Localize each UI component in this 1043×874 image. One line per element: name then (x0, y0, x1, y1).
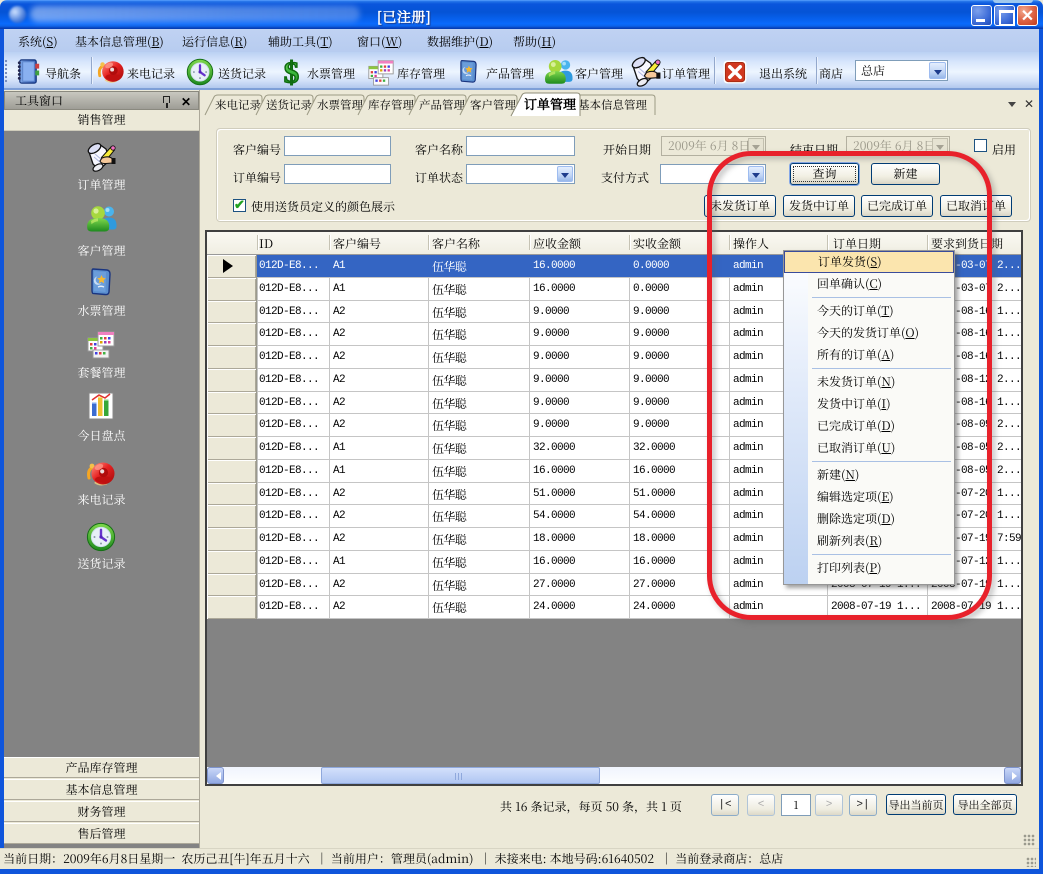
svg-text:产品管理: 产品管理 (419, 97, 465, 113)
svg-text:库存管理: 库存管理 (368, 97, 414, 113)
svg-text:来电记录: 来电记录 (215, 97, 261, 113)
svg-text:✕: ✕ (1024, 97, 1034, 111)
svg-text:基本信息管理: 基本信息管理 (578, 97, 647, 113)
svg-text:送货记录: 送货记录 (266, 97, 312, 113)
svg-text:水票管理: 水票管理 (317, 97, 363, 113)
svg-text:订单管理: 订单管理 (524, 94, 577, 113)
svg-text:客户管理: 客户管理 (470, 97, 516, 113)
